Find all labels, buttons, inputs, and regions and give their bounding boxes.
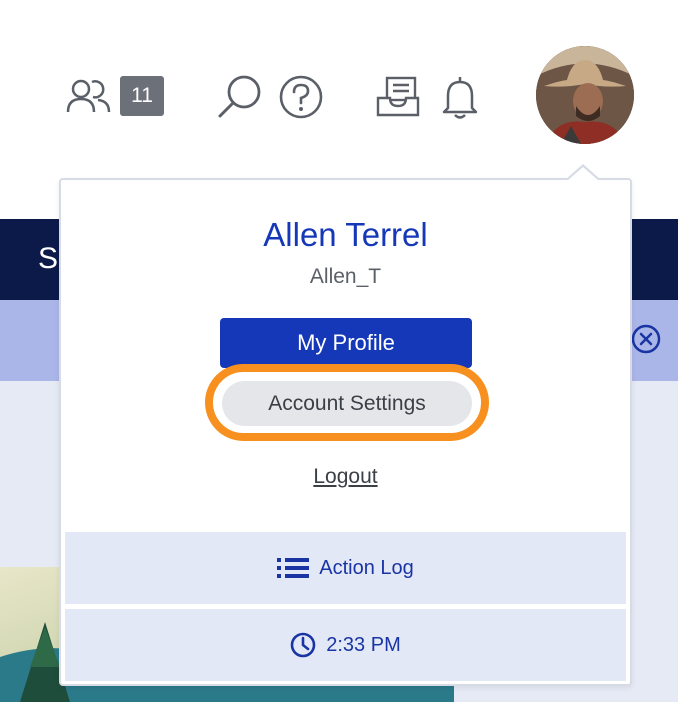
users-count-badge[interactable]: 11: [120, 76, 164, 116]
navbar-partial-text[interactable]: S: [38, 242, 58, 276]
user-avatar[interactable]: [536, 46, 634, 144]
my-profile-button[interactable]: My Profile: [220, 318, 472, 368]
bell-icon[interactable]: [440, 74, 480, 120]
logout-link[interactable]: Logout: [59, 465, 632, 489]
close-circle-icon[interactable]: [631, 324, 661, 354]
search-icon[interactable]: [216, 74, 264, 120]
user-full-name: Allen Terrel: [263, 216, 428, 253]
clock-icon: [290, 632, 316, 658]
users-icon[interactable]: [66, 78, 112, 114]
popover-caret-fill: [567, 167, 599, 181]
account-settings-button[interactable]: Account Settings: [222, 381, 472, 426]
time-row: 2:33 PM: [65, 609, 626, 681]
inbox-icon[interactable]: [376, 76, 420, 118]
list-icon: [277, 557, 310, 579]
username: Allen_T: [309, 265, 382, 288]
help-icon[interactable]: [278, 74, 324, 120]
action-log-label: Action Log: [319, 556, 414, 579]
action-log-row[interactable]: Action Log: [65, 532, 626, 604]
current-time: 2:33 PM: [326, 633, 401, 656]
